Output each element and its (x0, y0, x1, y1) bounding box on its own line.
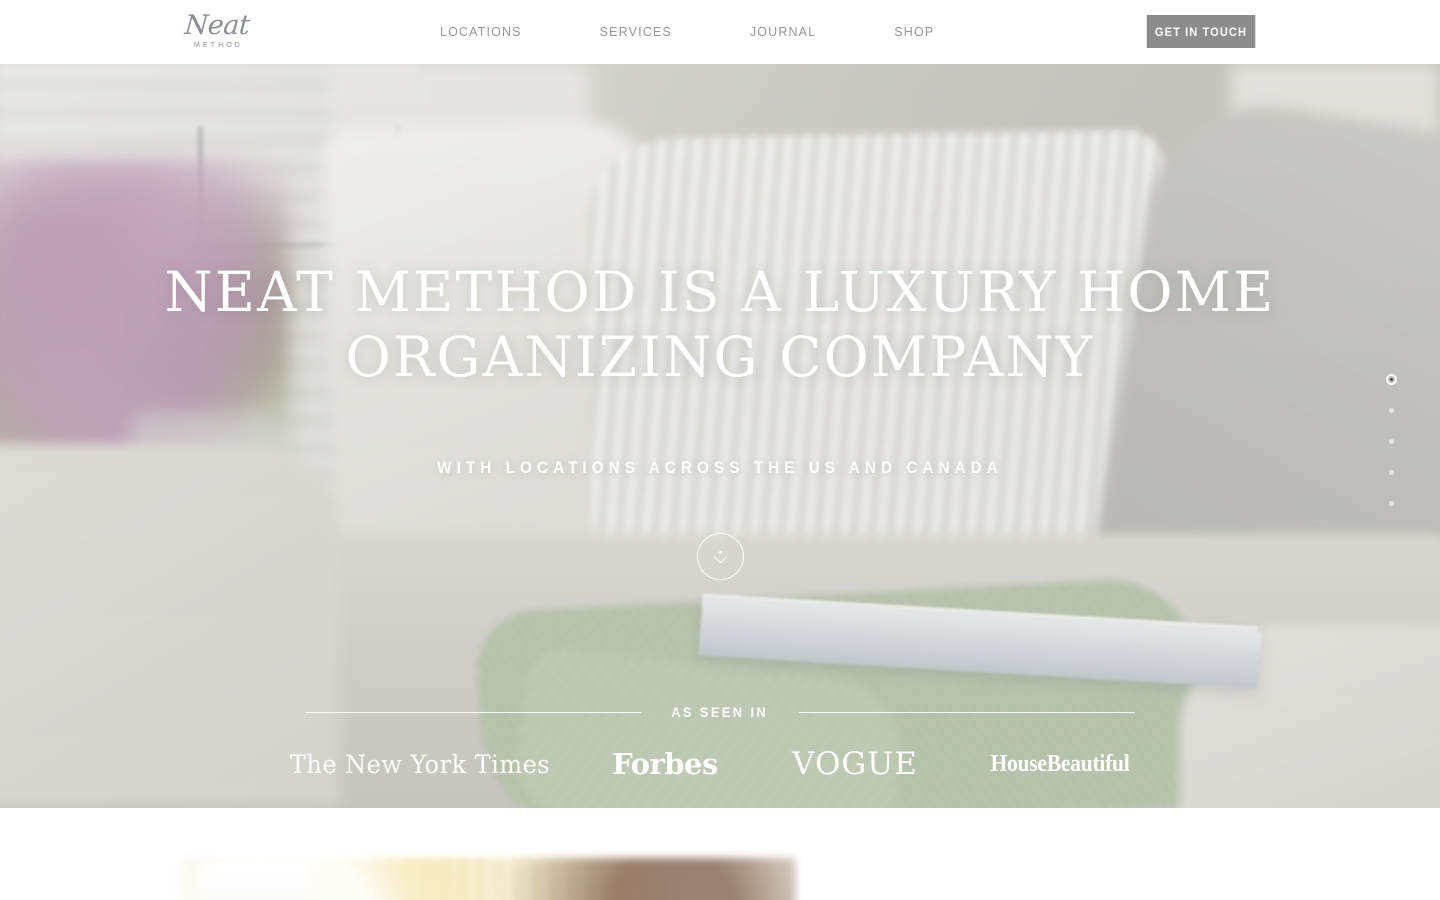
slide-dot-1[interactable] (1386, 374, 1397, 385)
press-logo-row: The New York Times Forbes VOGUE HouseBea… (0, 746, 1440, 782)
hero-section: NEAT METHOD IS A LUXURY HOME ORGANIZING … (0, 64, 1440, 808)
next-section (0, 808, 1440, 900)
site-header: Neat METHOD LOCATIONS SERVICES JOURNAL S… (0, 0, 1440, 64)
as-seen-in-label: AS SEEN IN (671, 704, 769, 720)
get-in-touch-button[interactable]: GET IN TOUCH (1146, 15, 1256, 48)
hero-subheadline: WITH LOCATIONS ACROSS THE US AND CANADA (437, 458, 1003, 477)
slide-dot-4[interactable] (1389, 470, 1394, 475)
nav-item-journal[interactable]: JOURNAL (750, 19, 816, 45)
hero-headline-line-2: ORGANIZING COMPANY (345, 325, 1095, 389)
nav-item-locations[interactable]: LOCATIONS (440, 19, 522, 45)
nav-item-services[interactable]: SERVICES (600, 19, 672, 45)
scroll-down-button[interactable] (697, 533, 744, 580)
slide-dot-5[interactable] (1389, 501, 1394, 506)
press-logo-forbes[interactable]: Forbes (570, 747, 760, 781)
as-seen-in-header: AS SEEN IN (305, 704, 1136, 720)
press-logo-the-new-york-times[interactable]: The New York Times (276, 750, 564, 779)
hero-content: NEAT METHOD IS A LUXURY HOME ORGANIZING … (0, 64, 1440, 808)
main-navigation: LOCATIONS SERVICES JOURNAL SHOP (440, 0, 934, 64)
as-seen-in-section: AS SEEN IN The New York Times Forbes VOG… (0, 704, 1440, 782)
chevron-down-icon (714, 550, 727, 563)
next-section-image-detail (200, 863, 310, 900)
slide-dot-3[interactable] (1389, 439, 1394, 444)
slide-indicator (1386, 364, 1397, 519)
divider-left (305, 711, 642, 713)
logo-subtext: METHOD (194, 42, 243, 49)
hero-headline-line-1: NEAT METHOD IS A LUXURY HOME (164, 260, 1276, 324)
press-logo-house-beautiful[interactable]: HouseBeautiful (961, 751, 1159, 778)
neat-method-logo[interactable]: Neat METHOD (180, 10, 254, 54)
press-logo-vogue[interactable]: VOGUE (760, 746, 950, 782)
logo-wordmark: Neat (183, 10, 251, 41)
slide-dot-2[interactable] (1389, 408, 1394, 413)
nav-item-shop[interactable]: SHOP (894, 19, 934, 45)
divider-right (798, 711, 1136, 713)
hero-headline: NEAT METHOD IS A LUXURY HOME ORGANIZING … (0, 260, 1440, 390)
